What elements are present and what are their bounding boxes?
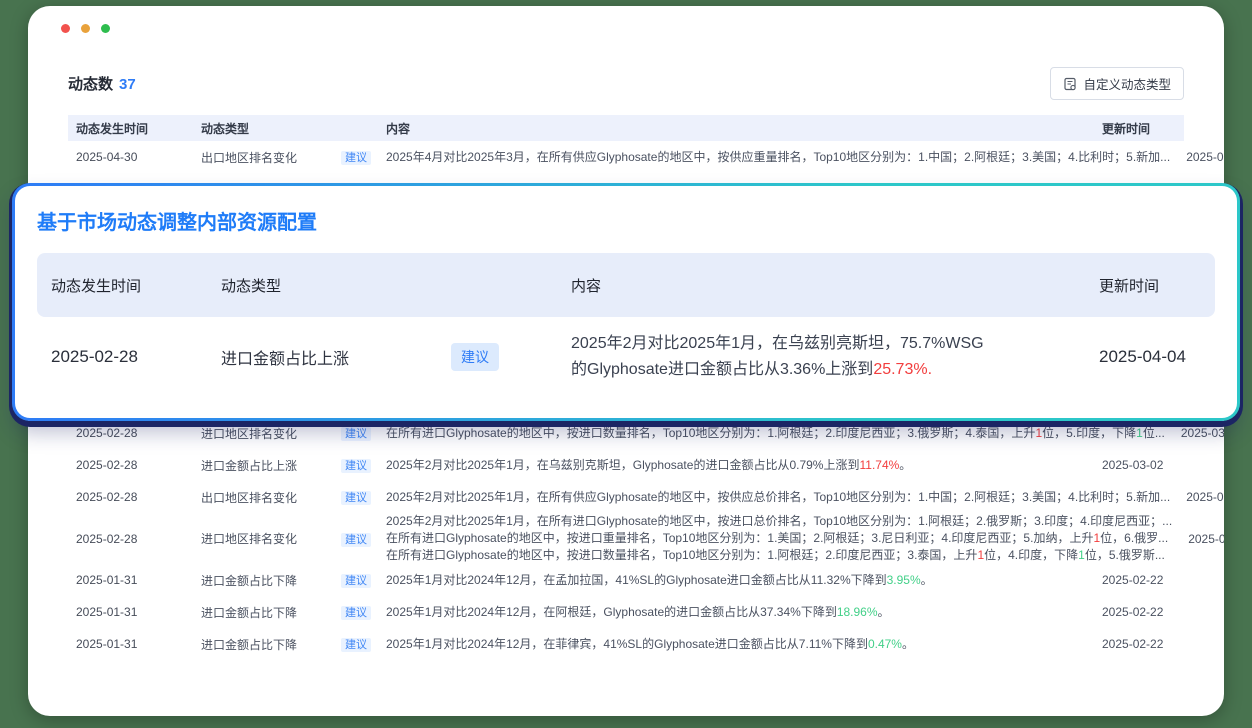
row-updated: 2025-02-22 (1094, 605, 1184, 619)
callout-column-content: 内容 (557, 275, 1085, 296)
table-row[interactable]: 2025-01-31进口金额占比下降建议 2025年1月对比2024年12月，在阿… (68, 596, 1184, 628)
callout-row-type: 进口金额占比上涨 (207, 345, 437, 369)
dynamics-count-value: 37 (119, 76, 136, 93)
row-content: 2025年1月对比2024年12月，在菲律宾，41%SL的Glyphosate进… (378, 636, 1094, 653)
table-header-row: 动态发生时间 动态类型 内容 更新时间 (68, 115, 1184, 141)
row-content: 2025年1月对比2024年12月，在孟加拉国，41%SL的Glyphosate… (378, 572, 1094, 589)
row-date: 2025-04-30 (68, 150, 193, 164)
row-type: 进口金额占比下降 (193, 572, 333, 589)
row-updated: 2025-03-04 (1173, 426, 1224, 440)
row-updated: 2025-05-04 (1178, 150, 1224, 164)
callout-table-header: 动态发生时间 动态类型 内容 更新时间 (37, 253, 1215, 317)
column-header-type: 动态类型 (193, 120, 333, 137)
row-date: 2025-02-28 (68, 490, 193, 504)
row-type: 进口金额占比上涨 (193, 457, 333, 474)
suggestion-badge: 建议 (341, 151, 371, 165)
column-header-time: 动态发生时间 (68, 120, 193, 137)
column-header-updated: 更新时间 (1094, 120, 1184, 137)
row-content: 2025年4月对比2025年3月，在所有供应Glyphosate的地区中，按供应… (378, 149, 1178, 166)
callout-title: 基于市场动态调整内部资源配置 (37, 206, 1215, 235)
suggestion-badge: 建议 (341, 574, 371, 588)
row-date: 2025-01-31 (68, 573, 193, 587)
row-updated: 2025-03-02 (1094, 458, 1184, 472)
dynamics-count: 动态数 37 (68, 73, 136, 94)
table-row[interactable]: 2025-02-28进口地区排名变化建议在所有进口Glyphosate的地区中，… (68, 417, 1184, 449)
row-updated: 2025-03-02 (1180, 532, 1224, 546)
window-titlebar (28, 6, 1224, 33)
table-row[interactable]: 2025-01-31进口金额占比下降建议 2025年1月对比2024年12月，在菲… (68, 628, 1184, 660)
suggestion-badge: 建议 (341, 491, 371, 505)
suggestion-badge: 建议 (341, 638, 371, 652)
custom-type-icon (1063, 77, 1077, 91)
callout-row-date: 2025-02-28 (37, 347, 207, 367)
callout-row-updated: 2025-04-04 (1085, 347, 1215, 367)
callout-row-content: 2025年2月对比2025年1月，在乌兹别亮斯坦，75.7%WSG的Glypho… (557, 331, 1085, 383)
row-type: 进口金额占比下降 (193, 604, 333, 621)
callout-column-updated: 更新时间 (1085, 275, 1215, 296)
callout-table-row[interactable]: 2025-02-28 进口金额占比上涨 建议 2025年2月对比2025年1月，… (37, 331, 1215, 383)
column-header-content: 内容 (378, 120, 1094, 137)
table-row[interactable]: 2025-02-28进口地区排名变化建议 2025年2月对比2025年1月，在所有… (68, 513, 1184, 564)
window-minimize-button[interactable] (81, 24, 90, 33)
custom-dynamic-type-button[interactable]: 自定义动态类型 (1050, 67, 1184, 100)
table-row[interactable]: 2025-02-28进口金额占比上涨建议 2025年2月对比2025年1月，在乌兹… (68, 449, 1184, 481)
row-date: 2025-01-31 (68, 637, 193, 651)
row-type: 进口地区排名变化 (193, 425, 333, 442)
row-content: 2025年2月对比2025年1月，在乌兹别克斯坦，Glyphosate的进口金额… (378, 457, 1094, 474)
row-type: 进口地区排名变化 (193, 530, 333, 547)
custom-type-button-label: 自定义动态类型 (1083, 74, 1171, 93)
suggestion-badge: 建议 (341, 533, 371, 547)
row-type: 出口地区排名变化 (193, 489, 333, 506)
row-date: 2025-01-31 (68, 605, 193, 619)
row-type: 进口金额占比下降 (193, 636, 333, 653)
row-content: 在所有进口Glyphosate的地区中，按进口数量排名，Top10地区分别为：1… (378, 425, 1173, 442)
row-date: 2025-02-28 (68, 532, 193, 546)
suggestion-badge: 建议 (341, 459, 371, 473)
row-type: 出口地区排名变化 (193, 149, 333, 166)
row-date: 2025-02-28 (68, 426, 193, 440)
table-row[interactable]: 2025-04-30出口地区排名变化建议 2025年4月对比2025年3月，在所有… (68, 141, 1184, 173)
row-updated: 2025-02-22 (1094, 573, 1184, 587)
row-content: 2025年2月对比2025年1月，在所有进口Glyphosate的地区中，按进口… (378, 513, 1180, 564)
suggestion-badge: 建议 (451, 343, 499, 371)
row-content: 2025年1月对比2024年12月，在阿根廷，Glyphosate的进口金额占比… (378, 604, 1094, 621)
suggestion-badge: 建议 (341, 606, 371, 620)
table-row[interactable]: 2025-02-28出口地区排名变化建议 2025年2月对比2025年1月，在所有… (68, 481, 1184, 513)
row-content: 2025年2月对比2025年1月，在所有供应Glyphosate的地区中，按供应… (378, 489, 1178, 506)
window-close-button[interactable] (61, 24, 70, 33)
callout-column-time: 动态发生时间 (37, 275, 207, 296)
row-updated: 2025-03-02 (1178, 490, 1224, 504)
row-updated: 2025-02-22 (1094, 637, 1184, 651)
dynamics-count-label: 动态数 (68, 76, 113, 93)
row-date: 2025-02-28 (68, 458, 193, 472)
highlight-callout-panel: 基于市场动态调整内部资源配置 动态发生时间 动态类型 内容 更新时间 2025-… (12, 183, 1240, 421)
window-maximize-button[interactable] (101, 24, 110, 33)
suggestion-badge: 建议 (341, 427, 371, 441)
callout-column-type: 动态类型 (207, 275, 437, 296)
table-row[interactable]: 2025-01-31进口金额占比下降建议 2025年1月对比2024年12月，在孟… (68, 564, 1184, 596)
